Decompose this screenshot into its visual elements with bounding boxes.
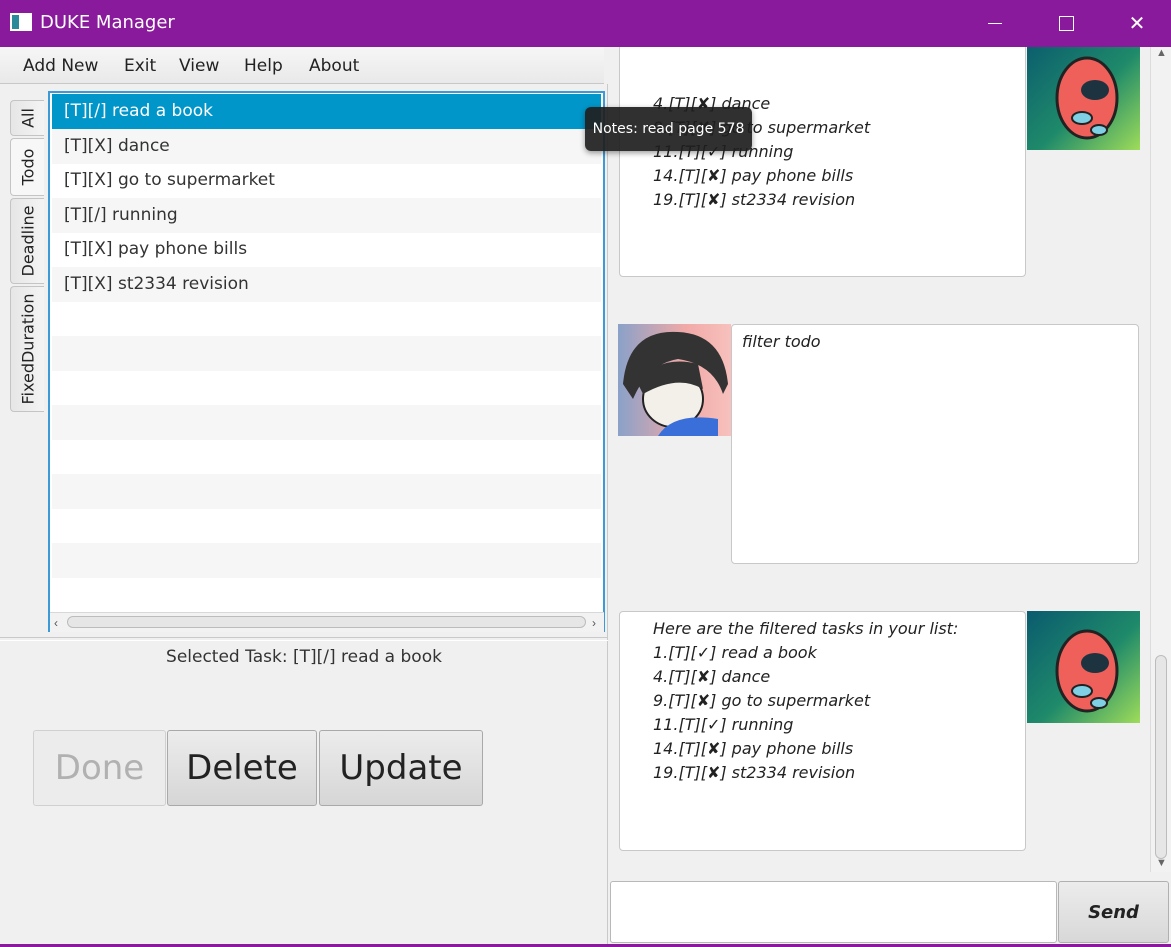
menu-add-new[interactable]: Add New: [23, 56, 98, 76]
menu-exit[interactable]: Exit: [124, 56, 156, 76]
message-line: 14.[T][✘] pay phone bills: [653, 739, 854, 758]
task-notes-tooltip: Notes: read page 578: [585, 107, 752, 151]
list-item[interactable]: [T][/] running: [52, 198, 601, 233]
empty-row: [52, 508, 601, 543]
scroll-up-icon[interactable]: ▲: [1156, 47, 1167, 59]
duke-avatar: [1027, 47, 1140, 150]
menu-about[interactable]: About: [309, 56, 359, 76]
app-icon: [10, 13, 32, 31]
close-button[interactable]: ✕: [1102, 0, 1171, 47]
selected-task-label: Selected Task: [T][/] read a book: [166, 647, 442, 667]
message-line: 1.[T][✓] read a book: [653, 643, 817, 662]
tab-fixed-duration-label: FixedDuration: [18, 293, 37, 405]
scrollbar-thumb[interactable]: [1155, 655, 1167, 859]
menu-view[interactable]: View: [179, 56, 219, 76]
duke-message-text: Here are the filtered tasks in your list…: [653, 617, 958, 785]
message-line: 9.[T][✘] go to supermarket: [653, 691, 871, 710]
delete-button[interactable]: Delete: [167, 730, 317, 806]
chat-history[interactable]: 4.[T][✘] dance 9.[T][✘] go to supermarke…: [609, 47, 1150, 872]
task-list[interactable]: [T][/] read a book [T][X] dance [T][X] g…: [48, 91, 605, 632]
maximize-button[interactable]: [1031, 0, 1101, 47]
empty-row: [52, 405, 601, 440]
duke-message-bubble: 4.[T][✘] dance 9.[T][✘] go to supermarke…: [619, 47, 1026, 277]
close-icon: ✕: [1128, 13, 1146, 35]
duke-avatar-image: [1055, 56, 1119, 140]
tab-all-label: All: [18, 108, 37, 128]
horizontal-scrollbar[interactable]: ‹ ›: [50, 612, 604, 632]
tab-deadline[interactable]: Deadline: [10, 198, 44, 284]
chat-input-row: Send: [609, 879, 1171, 945]
chat-pane: 4.[T][✘] dance 9.[T][✘] go to supermarke…: [609, 47, 1171, 947]
list-item[interactable]: [T][X] pay phone bills: [52, 232, 601, 267]
chat-input[interactable]: [610, 881, 1057, 943]
user-avatar-image: [623, 331, 728, 436]
user-message-bubble: filter todo: [731, 324, 1139, 564]
message-line: 4.[T][✘] dance: [653, 667, 771, 686]
tab-todo[interactable]: Todo: [10, 138, 44, 196]
empty-row: [52, 336, 601, 371]
maximize-icon: [1058, 16, 1074, 31]
split-divider[interactable]: [0, 637, 608, 641]
user-avatar: [618, 324, 731, 436]
empty-row: [52, 577, 601, 612]
message-line: 14.[T][✘] pay phone bills: [653, 166, 854, 185]
tab-todo-label: Todo: [18, 148, 37, 186]
list-item[interactable]: [T][X] st2334 revision: [52, 267, 601, 302]
send-button[interactable]: Send: [1058, 881, 1169, 943]
minimize-icon: [988, 22, 1002, 25]
empty-row: [52, 474, 601, 509]
message-line: 19.[T][✘] st2334 revision: [653, 763, 856, 782]
tab-all[interactable]: All: [10, 100, 44, 136]
empty-row: [52, 439, 601, 474]
duke-avatar-image: [1055, 629, 1119, 713]
message-line: 11.[T][✓] running: [653, 715, 794, 734]
empty-row: [52, 301, 601, 336]
user-message-text: filter todo: [742, 332, 821, 351]
task-manager-pane: All Todo Deadline FixedDuration [T][/] r…: [0, 84, 608, 947]
tab-fixed-duration[interactable]: FixedDuration: [10, 286, 44, 412]
menu-bar: Add New Exit View Help About: [0, 47, 604, 84]
scrollbar-thumb[interactable]: [67, 616, 586, 628]
done-button[interactable]: Done: [33, 730, 166, 806]
menu-help[interactable]: Help: [244, 56, 283, 76]
message-line: Here are the filtered tasks in your list…: [653, 619, 959, 638]
update-button[interactable]: Update: [319, 730, 483, 806]
empty-row: [52, 543, 601, 578]
scroll-down-icon[interactable]: ▼: [1156, 857, 1167, 869]
minimize-button[interactable]: [960, 0, 1030, 47]
empty-row: [52, 370, 601, 405]
scroll-right-icon[interactable]: ›: [592, 613, 596, 633]
tab-deadline-label: Deadline: [18, 205, 37, 277]
scroll-left-icon[interactable]: ‹: [54, 613, 58, 633]
list-item[interactable]: [T][/] read a book: [52, 94, 601, 129]
list-item[interactable]: [T][X] go to supermarket: [52, 163, 601, 198]
title-bar: DUKE Manager ✕: [0, 0, 1171, 47]
vertical-scrollbar[interactable]: ▲ ▼: [1150, 47, 1171, 872]
duke-message-bubble: Here are the filtered tasks in your list…: [619, 611, 1026, 851]
window-title: DUKE Manager: [40, 12, 175, 33]
message-line: 19.[T][✘] st2334 revision: [653, 190, 856, 209]
duke-avatar: [1027, 611, 1140, 723]
list-item[interactable]: [T][X] dance: [52, 129, 601, 164]
